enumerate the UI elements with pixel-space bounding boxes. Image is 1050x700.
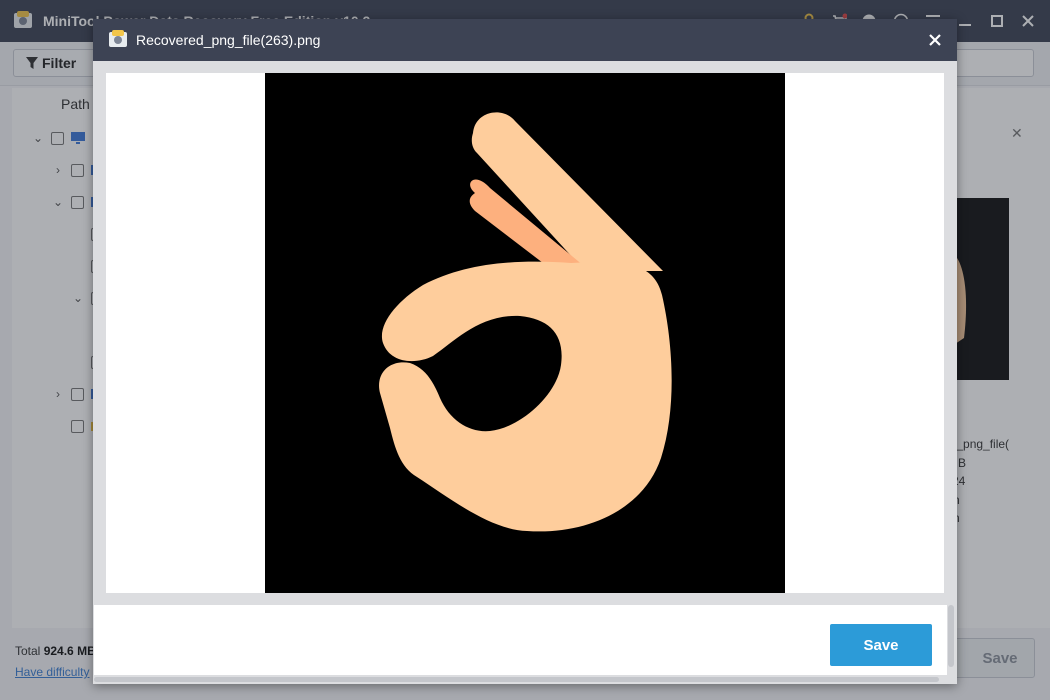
horizontal-scrollbar[interactable] bbox=[94, 677, 939, 682]
preview-dialog: Recovered_png_file(263).png Save bbox=[93, 19, 957, 684]
dialog-footer bbox=[94, 605, 947, 675]
dialog-title: Recovered_png_file(263).png bbox=[136, 32, 321, 48]
close-icon[interactable] bbox=[925, 30, 945, 50]
save-button[interactable]: Save bbox=[830, 624, 932, 666]
app-logo-icon bbox=[109, 30, 127, 47]
vertical-scrollbar[interactable] bbox=[948, 605, 954, 667]
ok-hand-icon bbox=[265, 73, 785, 593]
preview-image bbox=[265, 73, 785, 593]
save-label: Save bbox=[863, 636, 899, 654]
dialog-header: Recovered_png_file(263).png bbox=[93, 19, 957, 61]
image-preview-area bbox=[106, 73, 944, 593]
